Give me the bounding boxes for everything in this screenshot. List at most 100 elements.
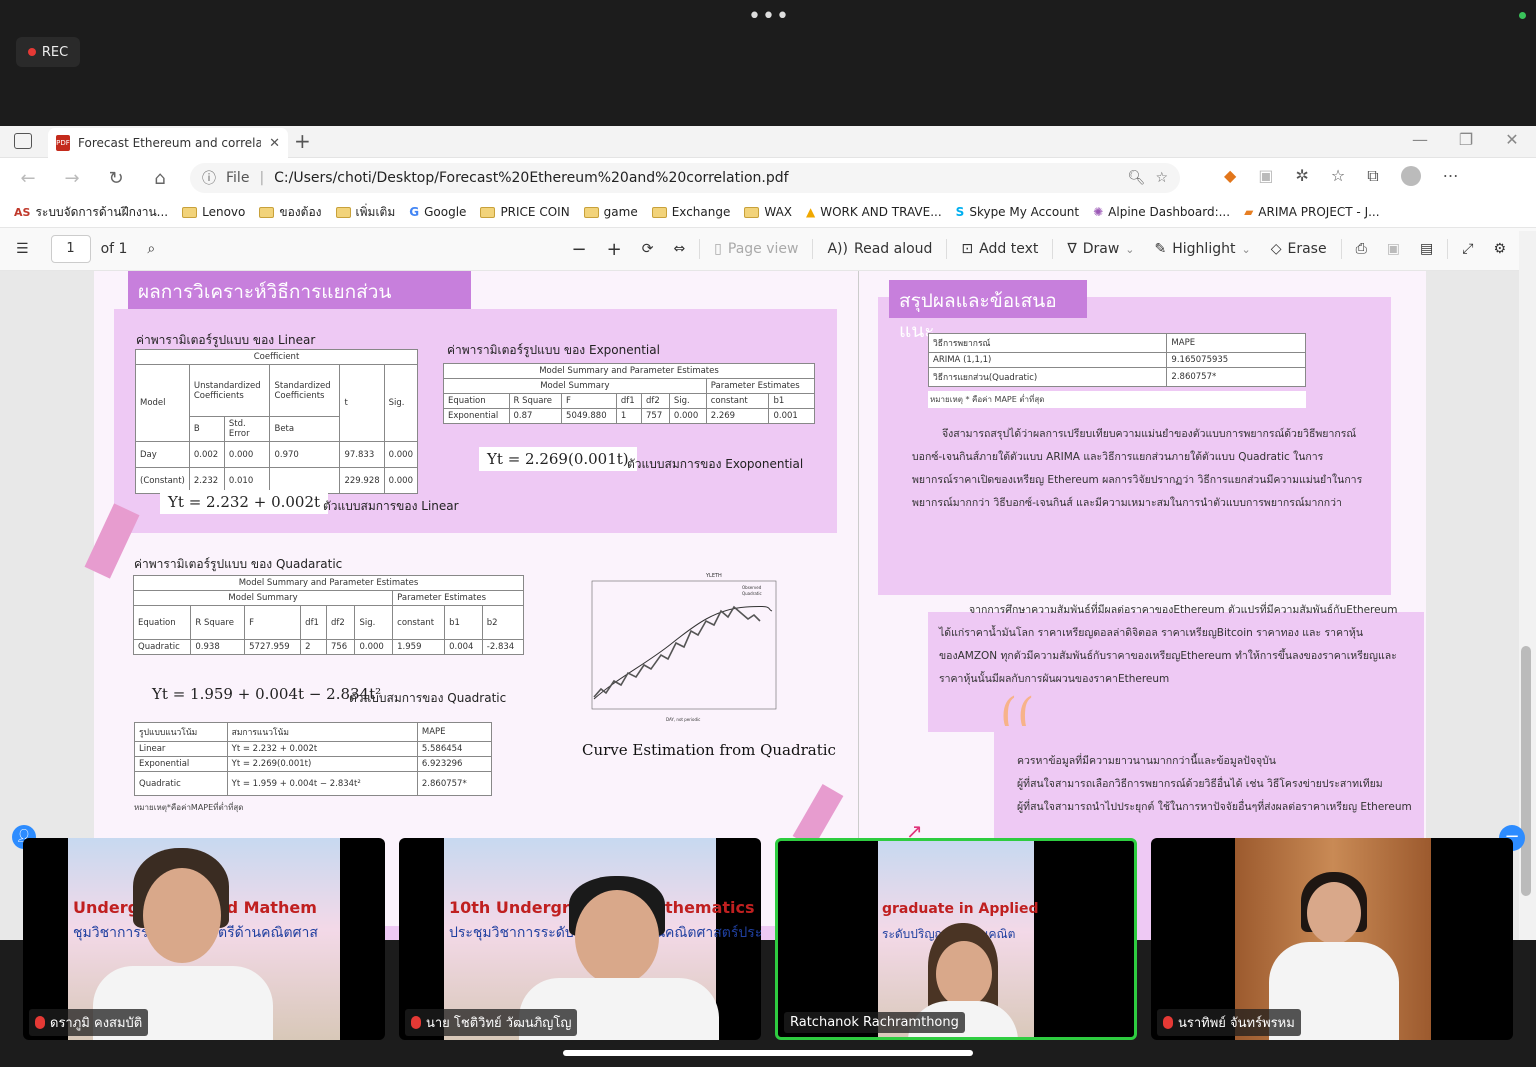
extension-icon[interactable]: ▣ xyxy=(1258,166,1273,186)
highlight-button[interactable]: ✎ Highlight ⌄ xyxy=(1145,241,1261,257)
pdf-toolbar: ☰ 1 of 1 ⌕ − + ⟳ ⇔ ▯ Page view A)) Read al… xyxy=(0,227,1536,271)
bookmark-7[interactable]: Exchange xyxy=(651,205,731,219)
erase-button[interactable]: ◇ Erase xyxy=(1261,241,1337,257)
bookmark-4[interactable]: G Google xyxy=(409,205,466,219)
observed-series xyxy=(593,605,761,698)
bookmark-1[interactable]: Lenovo xyxy=(182,205,245,219)
participant-tile-2-active-speaker[interactable]: graduate in Applied ระดับปริญญาตรีด้านคณ… xyxy=(775,838,1137,1040)
bookmark-label: ของต้อง xyxy=(279,204,322,219)
linear-table: Coefficient Model Unstandardized Coeffici… xyxy=(135,349,419,494)
metamask-extension-icon[interactable]: ◆ xyxy=(1224,166,1236,186)
bookmark-label: Exchange xyxy=(671,205,731,219)
scrollbar-thumb[interactable] xyxy=(1521,646,1531,896)
th: Equation xyxy=(132,605,192,640)
read-aloud-button[interactable]: A)) Read aloud xyxy=(817,241,942,257)
draw-button[interactable]: ∇ Draw ⌄ xyxy=(1057,241,1144,257)
td: Quadratic xyxy=(132,639,192,655)
page-number-input[interactable]: 1 xyxy=(50,235,91,263)
folder-icon xyxy=(480,206,496,218)
th: B xyxy=(188,416,225,442)
new-tab-icon[interactable]: + xyxy=(294,129,311,153)
bookmark-5[interactable]: PRICE COIN xyxy=(480,205,570,219)
add-text-button[interactable]: ⊡ Add text xyxy=(951,241,1048,257)
profile-icon[interactable] xyxy=(1400,166,1421,186)
zoom-in-icon[interactable]: + xyxy=(597,239,632,260)
collections-icon[interactable]: ⧉ xyxy=(1367,166,1378,186)
bookmark-label: เพิ่มเติม xyxy=(355,204,396,219)
table-title: Coefficient xyxy=(135,349,418,365)
mape-note: หมายเหตุ*คือค่าMAPEที่ต่ำที่สุด xyxy=(134,803,244,812)
curve-xlabel: DAY, not periodic xyxy=(666,717,700,722)
restore-icon[interactable]: ❐ xyxy=(1444,130,1488,149)
legend-quadratic: Quadratic xyxy=(742,591,762,596)
bookmark-10[interactable]: S Skype My Account xyxy=(956,205,1079,219)
th: Sig. xyxy=(354,605,394,640)
settings-more-icon[interactable]: ⋯ xyxy=(1443,166,1459,186)
favorite-icon[interactable]: ☆ xyxy=(1155,170,1168,186)
bookmark-label: game xyxy=(603,205,638,219)
tab-strip: PDF Forecast Ethereum and correlatio ✕ +… xyxy=(0,126,1536,158)
save-icon[interactable]: ▣ xyxy=(1377,241,1410,257)
td: 0.002 xyxy=(188,441,225,468)
home-icon[interactable]: ⌂ xyxy=(138,168,182,189)
table-title: Model Summary and Parameter Estimates xyxy=(443,363,815,379)
extensions-icon[interactable]: ✲ xyxy=(1295,166,1308,186)
contents-icon[interactable]: ☰ xyxy=(0,241,39,257)
bookmark-3[interactable]: เพิ่มเติม xyxy=(335,203,396,222)
suggestion-line: ผู้ที่สนใจสามารถเลือกวิธีการพยากรณ์ด้วยว… xyxy=(1017,778,1383,790)
background-banner: graduate in Applied xyxy=(882,901,1039,917)
page-view-label: Page view xyxy=(727,241,799,257)
bookmark-12[interactable]: ▰ ARIMA PROJECT - J... xyxy=(1244,205,1380,219)
bookmark-9[interactable]: ▲ WORK AND TRAVE... xyxy=(806,205,942,219)
bookmark-8[interactable]: WAX xyxy=(744,205,792,219)
bookmark-2[interactable]: ของต้อง xyxy=(259,203,322,222)
participant-tile-1[interactable]: 10th Undergraduate Mathematics ประชุมวิช… xyxy=(399,838,761,1040)
search-icon[interactable]: ⌕ xyxy=(137,241,165,257)
bookmark-6[interactable]: game xyxy=(583,205,638,219)
chevron-down-icon[interactable]: ⌄ xyxy=(1241,243,1250,256)
favorites-icon[interactable]: ☆ xyxy=(1331,166,1345,186)
td: 0.87 xyxy=(508,408,563,424)
camera-active-indicator xyxy=(1519,12,1526,19)
print-icon[interactable]: ⎙ xyxy=(1346,241,1377,257)
th: Parameter Estimates xyxy=(705,378,816,394)
minimize-icon[interactable]: — xyxy=(1398,130,1442,149)
th: Standardized Coefficients xyxy=(269,364,341,417)
linear-equation-label: ตัวแบบสมการของ Linear xyxy=(323,499,459,513)
more-options-icon[interactable]: ••• xyxy=(748,4,790,29)
linear-equation: Yt = 2.232 + 0.002t xyxy=(160,490,329,514)
bookmark-0[interactable]: AS ระบบจัดการด้านฝึกงาน... xyxy=(14,203,168,222)
refresh-icon[interactable]: ↻ xyxy=(94,168,138,189)
zoom-icon[interactable]: 🔍︎ xyxy=(1128,170,1146,186)
back-icon[interactable]: ← xyxy=(6,168,50,189)
url-field[interactable]: ⓘ File | C:/Users/choti/Desktop/Forecast… xyxy=(190,163,1180,193)
td: Yt = 2.232 + 0.002t xyxy=(226,741,418,757)
forward-icon[interactable]: → xyxy=(50,168,94,189)
rotate-icon[interactable]: ⟳ xyxy=(632,241,664,257)
td: 756 xyxy=(325,639,356,655)
google-icon: G xyxy=(409,205,420,219)
tab-pdf[interactable]: PDF Forecast Ethereum and correlatio ✕ xyxy=(48,128,288,158)
td: Quadratic xyxy=(134,771,228,796)
participant-tile-3[interactable]: นราทิพย์ จันทร์พรหม xyxy=(1151,838,1513,1040)
th: Model Summary xyxy=(443,378,707,394)
save-as-icon[interactable]: ▤ xyxy=(1410,241,1443,257)
td: 0.004 xyxy=(444,639,483,655)
fit-page-icon[interactable]: ⇔ xyxy=(663,241,695,257)
home-indicator[interactable] xyxy=(563,1050,973,1056)
folder-icon xyxy=(182,206,198,218)
page-view-button[interactable]: ▯ Page view xyxy=(704,241,808,257)
quad-label: ค่าพารามิเตอร์รูปแบบ ของ Quadaratic xyxy=(134,557,343,571)
tab-actions-icon[interactable] xyxy=(14,133,32,149)
info-icon[interactable]: ⓘ xyxy=(202,168,216,188)
fullscreen-icon[interactable]: ⤢ xyxy=(1452,241,1483,257)
zoom-out-icon[interactable]: − xyxy=(562,239,597,260)
exp-table: Model Summary and Parameter Estimates Mo… xyxy=(443,363,816,424)
bookmark-11[interactable]: ✺ Alpine Dashboard:... xyxy=(1093,205,1230,219)
close-tab-icon[interactable]: ✕ xyxy=(269,136,280,151)
close-window-icon[interactable]: ✕ xyxy=(1490,130,1534,149)
right-section-heading: สรุปผลและข้อเสนอแนะ xyxy=(889,280,1087,342)
bookmark-label: ระบบจัดการด้านฝึกงาน... xyxy=(35,204,169,219)
participant-tile-0[interactable]: Undergr n Applied Mathem ชุมวิชาการระ นุ… xyxy=(23,838,385,1040)
chevron-down-icon[interactable]: ⌄ xyxy=(1125,243,1134,256)
